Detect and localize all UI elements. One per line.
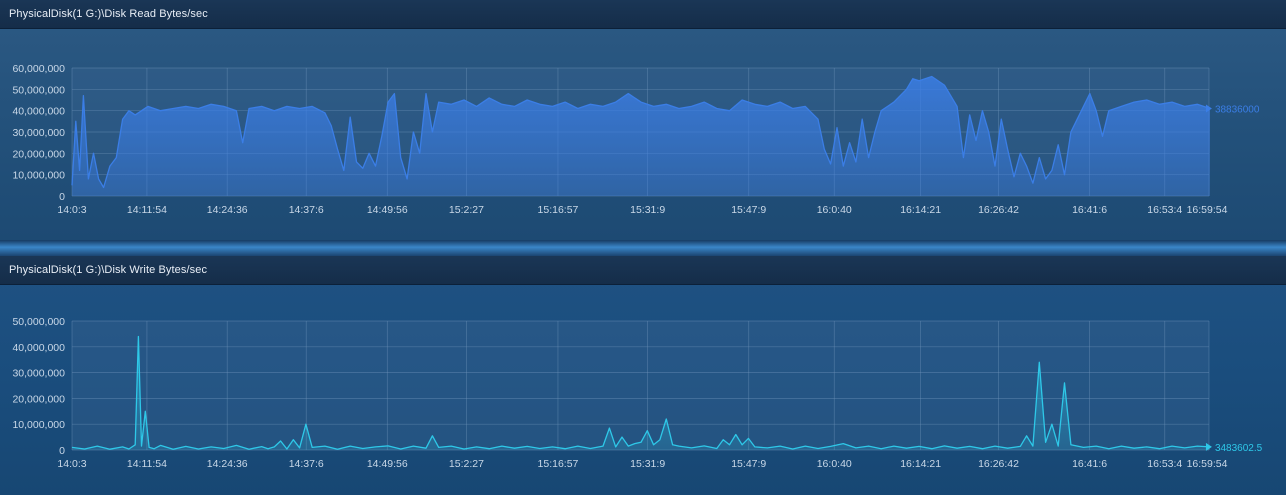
write-y-tick: 30,000,000 xyxy=(12,368,65,380)
read-x-tick: 16:41:6 xyxy=(1072,204,1107,216)
write-x-tick: 16:41:6 xyxy=(1072,458,1107,470)
write-x-tick: 15:31:9 xyxy=(630,458,665,470)
read-x-tick: 14:24:36 xyxy=(207,204,248,216)
write-y-tick: 20,000,000 xyxy=(12,393,65,405)
write-x-tick: 14:11:54 xyxy=(127,458,167,470)
read-y-tick: 10,000,000 xyxy=(12,170,65,182)
read-x-tick: 16:53:4 xyxy=(1147,204,1182,216)
write-x-tick: 14:24:36 xyxy=(207,458,248,470)
write-x-tick: 14:37:6 xyxy=(289,458,324,470)
write-x-tick: 15:16:57 xyxy=(538,458,579,470)
write-y-tick: 40,000,000 xyxy=(12,342,65,354)
write-x-tick: 16:53:4 xyxy=(1147,458,1182,470)
write-x-tick: 14:0:3 xyxy=(57,458,86,470)
read-bytes-chart: 0 10,000,000 20,000,000 30,000,000 40,000,00… xyxy=(12,63,1260,216)
write-last-value-label: 3483602.5 xyxy=(1215,443,1263,454)
read-x-tick: 14:49:56 xyxy=(367,204,408,216)
write-bytes-chart: 0 10,000,000 20,000,000 30,000,000 40,000,00… xyxy=(12,316,1263,470)
read-last-value-label: 38836000 xyxy=(1215,105,1260,116)
read-x-tick: 14:11:54 xyxy=(127,204,167,216)
read-x-tick: 16:0:40 xyxy=(817,204,852,216)
read-x-tick: 16:59:54 xyxy=(1187,204,1228,216)
read-bytes-title-bar: PhysicalDisk(1 G:)\Disk Read Bytes/sec xyxy=(0,0,1286,29)
read-y-tick: 40,000,000 xyxy=(12,106,65,118)
read-y-tick: 0 xyxy=(59,191,65,203)
read-bytes-panel: PhysicalDisk(1 G:)\Disk Read Bytes/sec 0… xyxy=(0,0,1286,240)
read-x-tick: 16:14:21 xyxy=(900,204,941,216)
read-x-tick: 14:37:6 xyxy=(289,204,324,216)
read-bytes-title: PhysicalDisk(1 G:)\Disk Read Bytes/sec xyxy=(9,8,208,20)
write-x-tick: 14:49:56 xyxy=(367,458,408,470)
panel-divider[interactable] xyxy=(0,240,1286,256)
read-x-tick: 15:16:57 xyxy=(538,204,579,216)
read-x-tick: 15:47:9 xyxy=(731,204,766,216)
read-y-tick: 60,000,000 xyxy=(12,63,65,75)
write-y-tick: 50,000,000 xyxy=(12,316,65,328)
read-x-tick: 16:26:42 xyxy=(978,204,1019,216)
read-y-tick: 30,000,000 xyxy=(12,127,65,139)
write-x-tick: 16:26:42 xyxy=(978,458,1019,470)
write-x-tick: 15:47:9 xyxy=(731,458,766,470)
write-y-tick: 10,000,000 xyxy=(12,419,65,431)
write-x-tick: 15:2:27 xyxy=(449,458,484,470)
write-x-tick: 16:59:54 xyxy=(1187,458,1228,470)
read-x-tick: 15:2:27 xyxy=(449,204,484,216)
read-y-tick: 20,000,000 xyxy=(12,148,65,160)
read-x-tick: 15:31:9 xyxy=(630,204,665,216)
write-y-tick: 0 xyxy=(59,445,65,457)
read-y-tick: 50,000,000 xyxy=(12,84,65,96)
write-bytes-title-bar: PhysicalDisk(1 G:)\Disk Write Bytes/sec xyxy=(0,256,1286,285)
write-x-tick: 16:0:40 xyxy=(817,458,852,470)
write-x-tick: 16:14:21 xyxy=(900,458,941,470)
write-bytes-title: PhysicalDisk(1 G:)\Disk Write Bytes/sec xyxy=(9,264,208,276)
read-x-tick: 14:0:3 xyxy=(57,204,86,216)
write-bytes-panel: PhysicalDisk(1 G:)\Disk Write Bytes/sec … xyxy=(0,256,1286,495)
